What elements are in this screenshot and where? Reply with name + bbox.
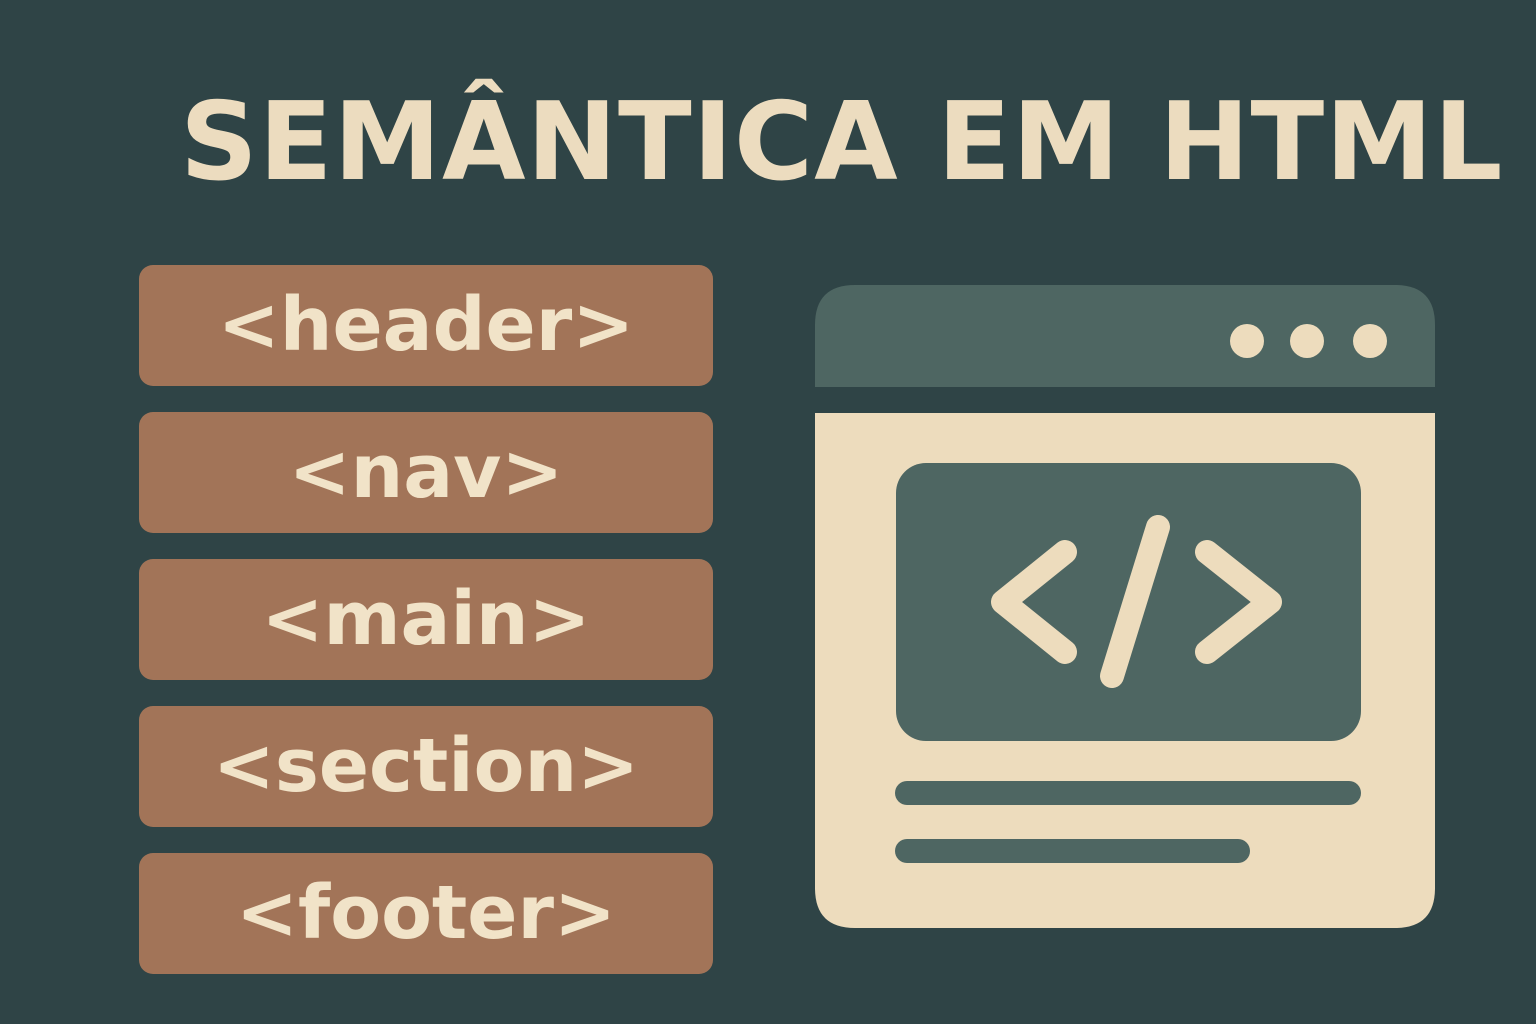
tag-footer: <footer> (139, 853, 713, 974)
semantic-tag-list: <header> <nav> <main> <section> <footer> (139, 265, 713, 975)
browser-title-bar (815, 285, 1435, 387)
tag-nav: <nav> (139, 412, 713, 533)
browser-window-svg (815, 285, 1435, 928)
browser-window-illustration (815, 285, 1435, 928)
text-line-placeholder (895, 839, 1250, 863)
tag-main: <main> (139, 559, 713, 680)
three-dots-icon (1230, 324, 1387, 358)
tag-header: <header> (139, 265, 713, 386)
tag-section: <section> (139, 706, 713, 827)
page-title: SEMÂNTICA EM HTML (180, 80, 1504, 205)
text-line-placeholder (895, 781, 1361, 805)
